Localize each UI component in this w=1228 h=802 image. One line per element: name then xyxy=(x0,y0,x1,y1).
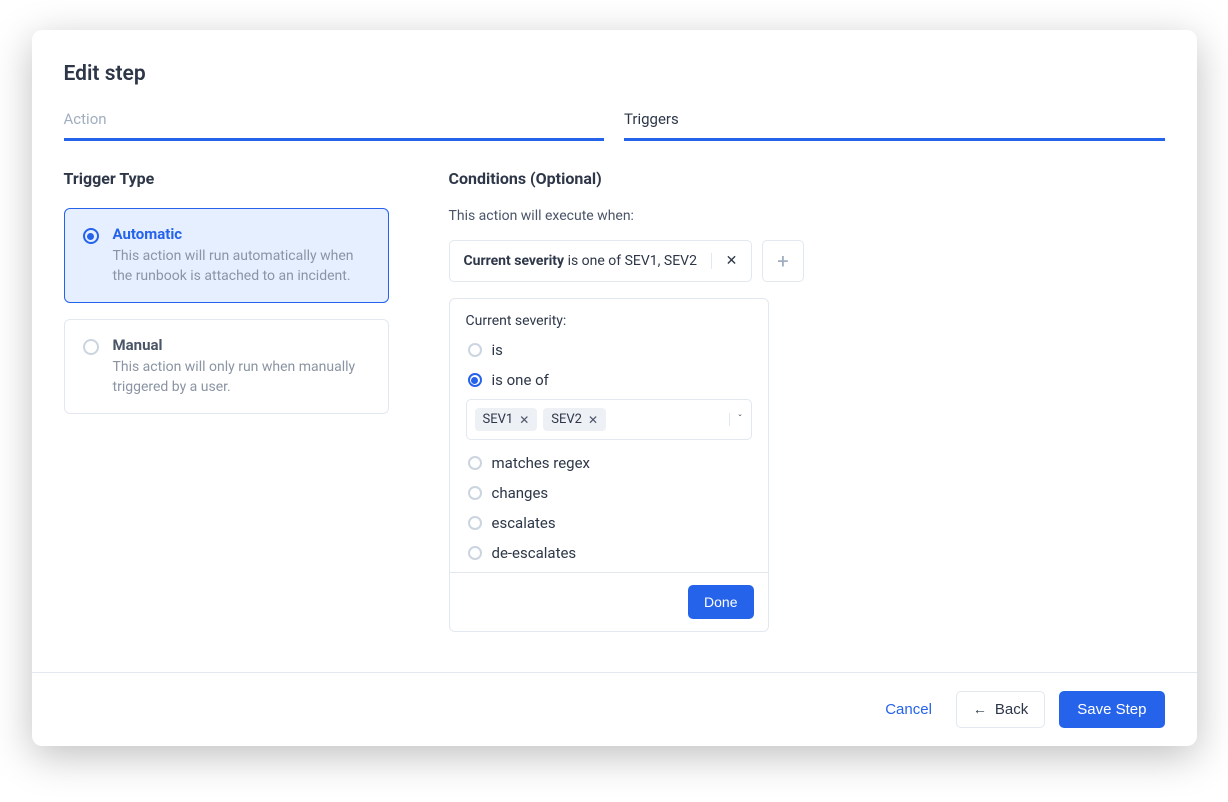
trigger-automatic-desc: This action will run automatically when … xyxy=(113,247,370,286)
trigger-manual-desc: This action will only run when manually … xyxy=(113,358,370,397)
condition-field: Current severity xyxy=(464,253,565,269)
modal-title: Edit step xyxy=(64,62,1165,86)
trigger-type-automatic[interactable]: Automatic This action will run automatic… xyxy=(64,208,389,303)
close-icon: ✕ xyxy=(726,253,738,269)
radio-icon xyxy=(468,516,482,530)
radio-icon xyxy=(83,228,99,244)
radio-icon xyxy=(468,456,482,470)
edit-step-modal: Edit step Action Triggers Trigger Type A… xyxy=(32,30,1197,746)
add-condition-button[interactable]: + xyxy=(762,240,804,282)
tag-label: SEV2 xyxy=(551,412,582,427)
plus-icon: + xyxy=(777,249,788,273)
condition-editor-label: Current severity: xyxy=(466,313,752,329)
severity-multiselect[interactable]: SEV1 ✕ SEV2 ✕ ˇ xyxy=(466,399,752,440)
tab-triggers[interactable]: Triggers xyxy=(624,110,1165,141)
operator-escalates[interactable]: escalates xyxy=(468,514,750,532)
condition-editor: Current severity: is is one of xyxy=(449,298,769,632)
trigger-manual-name: Manual xyxy=(113,336,370,354)
remove-tag-button[interactable]: ✕ xyxy=(519,413,529,427)
condition-pill[interactable]: Current severity is one of SEV1, SEV2 ✕ xyxy=(449,240,752,282)
tag-sev2: SEV2 ✕ xyxy=(543,408,606,431)
operator-label: escalates xyxy=(492,514,556,532)
cancel-button[interactable]: Cancel xyxy=(875,693,942,726)
tag-sev1: SEV1 ✕ xyxy=(475,408,538,431)
radio-icon xyxy=(468,546,482,560)
trigger-automatic-name: Automatic xyxy=(113,225,370,243)
operator-de-escalates[interactable]: de-escalates xyxy=(468,544,750,562)
operator-changes[interactable]: changes xyxy=(468,484,750,502)
remove-condition-button[interactable]: ✕ xyxy=(711,253,751,269)
arrow-left-icon xyxy=(973,701,987,718)
remove-tag-button[interactable]: ✕ xyxy=(588,413,598,427)
radio-icon xyxy=(83,339,99,355)
operator-label: matches regex xyxy=(492,454,590,472)
operator-is-one-of[interactable]: is one of xyxy=(468,371,750,389)
conditions-heading: Conditions (Optional) xyxy=(449,169,1165,188)
back-label: Back xyxy=(995,701,1028,718)
trigger-type-heading: Trigger Type xyxy=(64,169,389,188)
condition-pill-text: Current severity is one of SEV1, SEV2 xyxy=(450,241,711,281)
condition-rest: is one of SEV1, SEV2 xyxy=(564,253,697,269)
done-button[interactable]: Done xyxy=(688,585,753,619)
modal-footer: Cancel Back Save Step xyxy=(32,672,1197,746)
operator-label: de-escalates xyxy=(492,544,577,562)
operator-matches-regex[interactable]: matches regex xyxy=(468,454,750,472)
tab-action[interactable]: Action xyxy=(64,110,605,141)
radio-icon xyxy=(468,486,482,500)
back-button[interactable]: Back xyxy=(956,691,1045,728)
radio-icon xyxy=(468,343,482,357)
operator-label: changes xyxy=(492,484,549,502)
operator-label: is xyxy=(492,341,503,359)
save-step-button[interactable]: Save Step xyxy=(1059,691,1164,728)
chevron-down-icon: ˇ xyxy=(738,413,743,426)
tabs: Action Triggers xyxy=(64,110,1165,141)
operator-label: is one of xyxy=(492,371,549,389)
radio-icon xyxy=(468,373,482,387)
trigger-type-manual[interactable]: Manual This action will only run when ma… xyxy=(64,319,389,414)
conditions-subhead: This action will execute when: xyxy=(449,208,1165,224)
open-dropdown-button[interactable]: ˇ xyxy=(729,413,743,426)
tag-label: SEV1 xyxy=(483,412,514,427)
operator-is[interactable]: is xyxy=(468,341,750,359)
